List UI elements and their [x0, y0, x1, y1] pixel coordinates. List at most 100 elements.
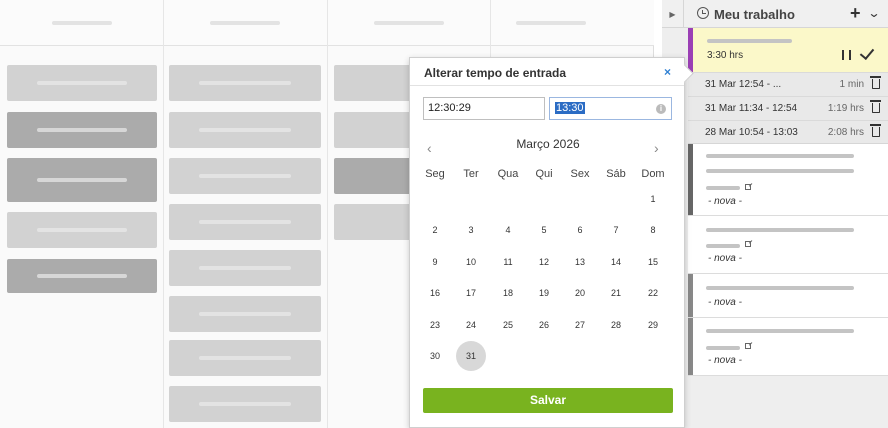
end-time-value: 13:30 — [555, 102, 585, 114]
task-card[interactable] — [169, 112, 321, 148]
calendar-day[interactable]: 16 — [420, 278, 450, 308]
task-card[interactable] — [169, 296, 321, 332]
task-stripe — [688, 274, 693, 317]
trash-icon[interactable] — [870, 124, 881, 137]
trash-icon[interactable] — [870, 100, 881, 113]
task-card[interactable] — [334, 112, 414, 148]
chevron-down-icon[interactable]: ⌄ — [867, 6, 880, 20]
task-card[interactable] — [7, 158, 157, 202]
task-card[interactable] — [169, 158, 321, 194]
close-icon[interactable]: × — [664, 65, 671, 79]
calendar-day[interactable]: 18 — [493, 278, 523, 308]
task-status: - nova - — [708, 196, 742, 207]
calendar-day[interactable]: 29 — [638, 310, 668, 340]
clock-icon — [697, 7, 709, 19]
external-link-icon[interactable] — [745, 184, 751, 190]
pause-icon[interactable] — [842, 50, 851, 60]
start-time-input[interactable]: 12:30:29 — [423, 97, 545, 120]
calendar-day[interactable]: 10 — [456, 247, 486, 277]
entry-duration: 1 min — [839, 79, 864, 90]
weekday-label: Ter — [463, 168, 479, 180]
calendar-day[interactable]: 17 — [456, 278, 486, 308]
time-entry[interactable]: 31 Mar 11:34 - 12:54 1:19 hrs — [688, 96, 888, 120]
check-icon[interactable] — [859, 44, 875, 61]
weekday-label: Qua — [497, 168, 519, 180]
task-item[interactable]: - nova - — [688, 216, 888, 274]
save-button[interactable]: Salvar — [423, 388, 673, 413]
info-icon[interactable]: i — [656, 104, 666, 114]
calendar-day[interactable]: 15 — [638, 247, 668, 277]
edit-time-popup: Alterar tempo de entrada × 12:30:29 13:3… — [409, 57, 685, 428]
calendar-day[interactable]: 20 — [565, 278, 595, 308]
entry-range: 28 Mar 10:54 - 13:03 — [705, 127, 798, 138]
calendar-day[interactable]: 19 — [529, 278, 559, 308]
calendar-day[interactable]: 27 — [565, 310, 595, 340]
task-card[interactable] — [7, 259, 157, 293]
calendar-day[interactable]: 25 — [493, 310, 523, 340]
task-card[interactable] — [169, 386, 321, 422]
calendar-day[interactable]: 22 — [638, 278, 668, 308]
calendar-day[interactable]: 23 — [420, 310, 450, 340]
task-card[interactable] — [334, 65, 414, 101]
calendar-day[interactable]: 3 — [456, 215, 486, 245]
panel-header: ▶ Meu trabalho + ⌄ — [662, 0, 888, 28]
weekday-label: Sex — [570, 168, 590, 180]
calendar-day[interactable]: 24 — [456, 310, 486, 340]
task-stripe — [688, 318, 693, 375]
task-card[interactable] — [169, 340, 321, 376]
calendar-day[interactable]: 6 — [565, 215, 595, 245]
calendar-day[interactable]: 28 — [601, 310, 631, 340]
column-header[interactable] — [164, 0, 327, 46]
entry-duration: 1:19 hrs — [827, 103, 864, 114]
task-status: - nova - — [708, 355, 742, 366]
column-header[interactable] — [0, 0, 163, 46]
calendar-day[interactable]: 14 — [601, 247, 631, 277]
entry-duration: 2:08 hrs — [827, 127, 864, 138]
time-entry[interactable]: 28 Mar 10:54 - 13:03 2:08 hrs — [688, 120, 888, 144]
panel-title: Meu trabalho — [714, 7, 795, 22]
calendar-day[interactable]: 21 — [601, 278, 631, 308]
weekday-label: Seg — [425, 168, 445, 180]
next-month-icon[interactable]: › — [654, 140, 659, 156]
calendar-day[interactable]: 4 — [493, 215, 523, 245]
end-time-input[interactable]: 13:30 i — [549, 97, 672, 120]
task-card[interactable] — [7, 112, 157, 148]
calendar-day[interactable]: 11 — [493, 247, 523, 277]
calendar-day[interactable]: 13 — [565, 247, 595, 277]
task-card[interactable] — [7, 65, 157, 101]
task-card[interactable] — [169, 250, 321, 286]
calendar-day[interactable]: 5 — [529, 215, 559, 245]
task-item[interactable]: - nova - — [688, 318, 888, 376]
calendar-day[interactable]: 2 — [420, 215, 450, 245]
task-card[interactable] — [334, 204, 414, 240]
calendar-day[interactable]: 8 — [638, 215, 668, 245]
task-card[interactable] — [169, 204, 321, 240]
my-work-panel: ▶ Meu trabalho + ⌄ 3:30 hrs 31 Mar 12:54… — [662, 0, 888, 428]
timer-duration: 3:30 hrs — [707, 50, 744, 61]
entry-range: 31 Mar 11:34 - 12:54 — [705, 103, 798, 114]
calendar-day[interactable]: 30 — [420, 341, 450, 371]
external-link-icon[interactable] — [745, 343, 751, 349]
task-card[interactable] — [334, 158, 414, 194]
plus-icon[interactable]: + — [850, 3, 861, 24]
column-header[interactable] — [491, 0, 654, 46]
task-item[interactable]: - nova - — [688, 144, 888, 216]
expand-arrow-icon[interactable]: ▶ — [662, 0, 684, 28]
column-header[interactable] — [328, 0, 490, 46]
timer-task-title — [707, 39, 792, 43]
calendar-day[interactable]: 7 — [601, 215, 631, 245]
calendar-day[interactable]: 9 — [420, 247, 450, 277]
task-status: - nova - — [708, 297, 742, 308]
entry-range: 31 Mar 12:54 - ... — [705, 79, 782, 90]
calendar-day-selected[interactable]: 31 — [456, 341, 486, 371]
calendar-day[interactable]: 26 — [529, 310, 559, 340]
weekday-label: Qui — [535, 168, 553, 180]
calendar-day[interactable]: 1 — [638, 184, 668, 214]
calendar-day[interactable]: 12 — [529, 247, 559, 277]
task-card[interactable] — [169, 65, 321, 101]
task-item[interactable]: - nova - — [688, 274, 888, 318]
task-card[interactable] — [7, 212, 157, 248]
time-entry[interactable]: 31 Mar 12:54 - ... 1 min — [688, 72, 888, 96]
trash-icon[interactable] — [870, 76, 881, 89]
external-link-icon[interactable] — [745, 241, 751, 247]
